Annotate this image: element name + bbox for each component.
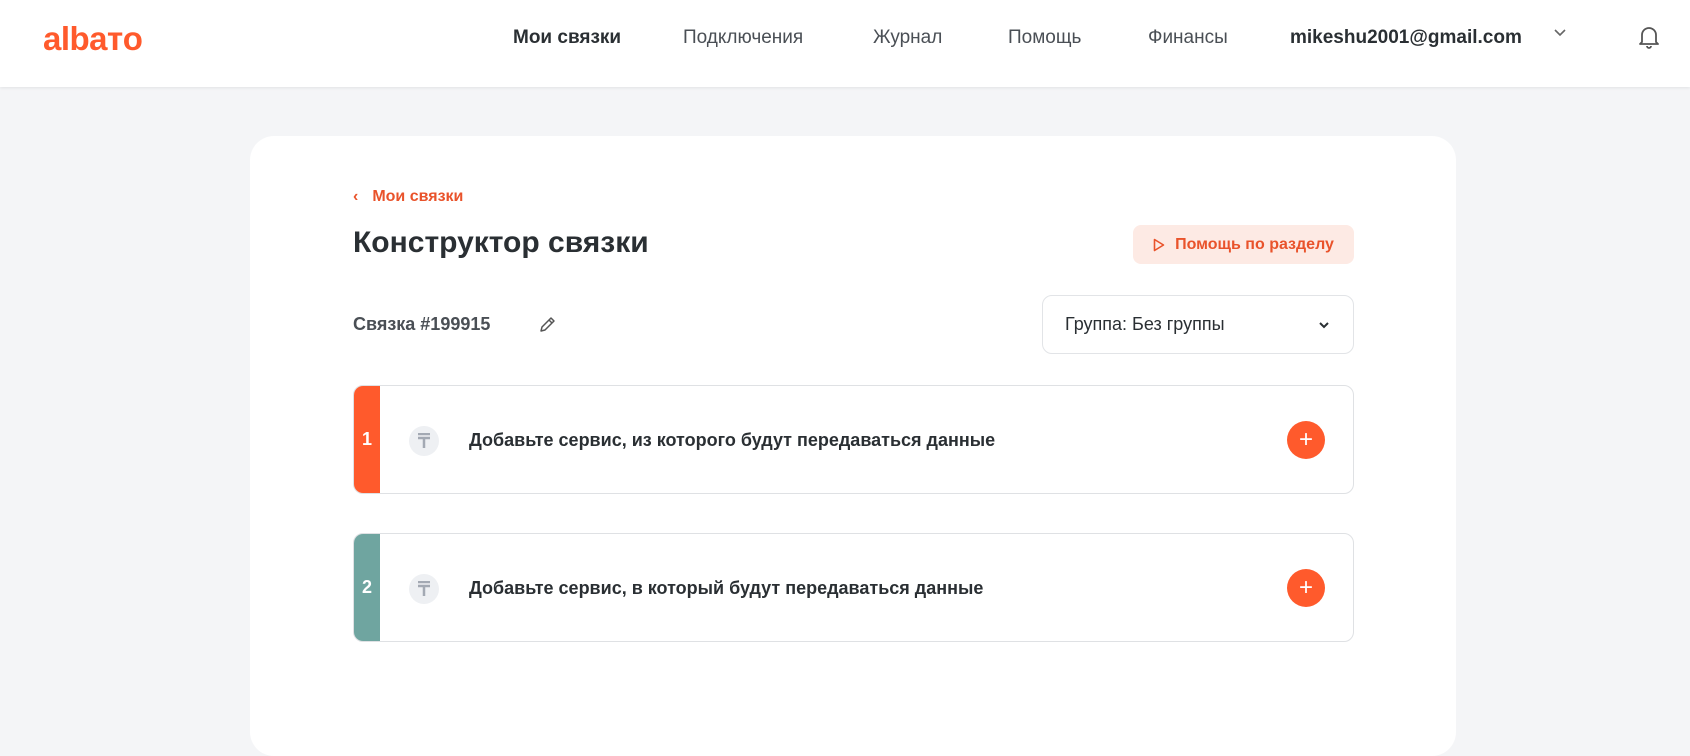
- group-select[interactable]: Группа: Без группы: [1042, 295, 1354, 354]
- service-placeholder-icon: [409, 426, 439, 456]
- step-text: Добавьте сервис, из которого будут перед…: [469, 430, 996, 450]
- service-placeholder-icon: [409, 574, 439, 604]
- chevron-down-icon: [1319, 321, 1329, 328]
- user-email[interactable]: mikeshu2001@gmail.com: [1290, 27, 1522, 49]
- top-header: albaтo Мои связки Подключения Журнал Пом…: [0, 0, 1690, 87]
- nav-my-links[interactable]: Мои связки: [513, 27, 621, 49]
- step-card-source: 1 Добавьте сервис, из которого будут пер…: [353, 385, 1354, 494]
- group-select-value: Группа: Без группы: [1065, 314, 1225, 334]
- nav-finance[interactable]: Финансы: [1148, 27, 1228, 49]
- nav-connections[interactable]: Подключения: [683, 27, 803, 49]
- step-text: Добавьте сервис, в который будут передав…: [469, 578, 984, 598]
- nav-journal[interactable]: Журнал: [873, 27, 942, 49]
- step-card-target: 2 Добавьте сервис, в который будут перед…: [353, 533, 1354, 642]
- step-number: 1: [354, 386, 380, 493]
- step-number: 2: [354, 534, 380, 641]
- breadcrumb-back-link[interactable]: ‹ Мои связки: [353, 188, 463, 206]
- nav-help[interactable]: Помощь: [1008, 27, 1081, 49]
- breadcrumb-label: Мои связки: [372, 188, 464, 205]
- link-name: Связка #199915: [353, 314, 491, 334]
- bell-icon[interactable]: [1637, 24, 1661, 55]
- add-target-service-button[interactable]: +: [1287, 569, 1325, 607]
- play-icon: [1153, 238, 1165, 251]
- help-section-button[interactable]: Помощь по разделу: [1133, 225, 1354, 264]
- pencil-icon[interactable]: [538, 314, 558, 339]
- add-source-service-button[interactable]: +: [1287, 421, 1325, 459]
- page-title: Конструктор связки: [353, 226, 649, 259]
- help-button-label: Помощь по разделу: [1175, 235, 1334, 253]
- albato-logo[interactable]: albaтo: [43, 20, 143, 58]
- chevron-down-icon[interactable]: [1553, 25, 1567, 44]
- chevron-left-icon: ‹: [353, 188, 359, 205]
